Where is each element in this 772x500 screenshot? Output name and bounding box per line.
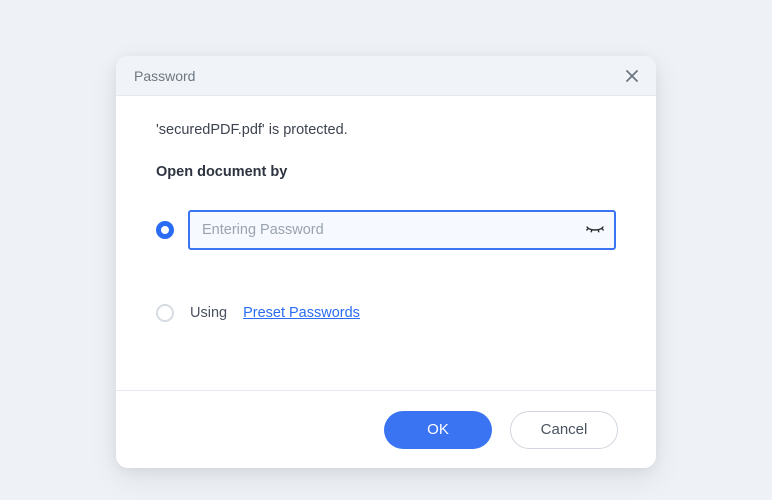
close-icon[interactable] [622,66,642,86]
dialog-header: Password [116,56,656,96]
radio-entering-password[interactable] [156,221,174,239]
option-entering-password [156,210,616,250]
file-protected-message: 'securedPDF.pdf' is protected. [156,122,616,138]
dialog-body: 'securedPDF.pdf' is protected. Open docu… [116,96,656,390]
cancel-button[interactable]: Cancel [510,411,618,449]
option-preset-passwords: Using Preset Passwords [156,304,616,322]
open-document-label: Open document by [156,164,616,180]
ok-button[interactable]: OK [384,411,492,449]
preset-passwords-link[interactable]: Preset Passwords [243,305,360,321]
radio-preset-passwords[interactable] [156,304,174,322]
password-field-wrap [188,210,616,250]
password-dialog: Password 'securedPDF.pdf' is protected. … [116,56,656,468]
dialog-footer: OK Cancel [116,390,656,468]
dialog-title: Password [134,68,195,84]
eye-closed-icon[interactable] [584,219,606,241]
using-label: Using [190,305,227,321]
password-input[interactable] [188,210,616,250]
